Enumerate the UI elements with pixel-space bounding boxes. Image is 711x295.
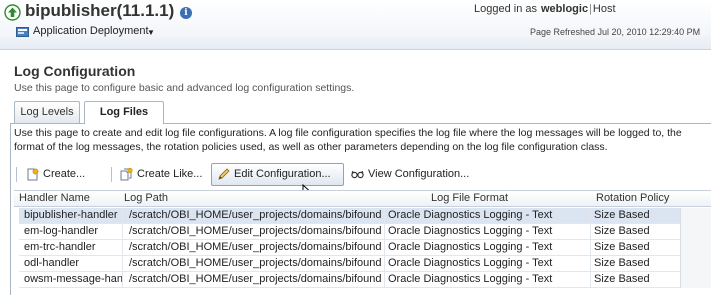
deployment-icon: [16, 27, 29, 37]
column-divider: [590, 208, 591, 288]
pencil-icon: [218, 168, 230, 180]
create-icon: [27, 168, 39, 181]
login-info: Logged in as weblogic|Host: [474, 3, 616, 15]
table-scroll-area: [680, 208, 711, 288]
logged-in-label: Logged in as: [474, 3, 537, 15]
handler-name-cell: em-trc-handler: [24, 241, 96, 253]
application-deployment-menu[interactable]: Application Deployment: [33, 25, 149, 37]
column-header-handler-name[interactable]: Handler Name: [19, 192, 90, 204]
info-icon[interactable]: i: [180, 7, 192, 19]
log-files-table: Handler Name Log Path Log File Format Ro…: [14, 190, 711, 295]
app-header: bipublisher(11.1.1) i Application Deploy…: [0, 0, 711, 50]
page-refreshed-timestamp[interactable]: Page Refreshed Jul 20, 2010 12:29:40 PM: [530, 27, 700, 37]
column-divider: [384, 208, 385, 288]
separator: |: [589, 3, 592, 15]
log-path-cell: /scratch/OBI_HOME/user_projects/domains/…: [129, 241, 381, 253]
create-label: Create...: [43, 168, 86, 180]
page-subtitle: Use this page to configure basic and adv…: [14, 82, 355, 94]
page-title: Log Configuration: [14, 63, 136, 79]
handler-name-cell: em-log-handler: [24, 225, 98, 237]
host-link[interactable]: Host: [593, 3, 616, 15]
view-configuration-button[interactable]: View Configuration...: [345, 163, 470, 186]
tab-log-levels[interactable]: Log Levels: [14, 101, 80, 123]
table-row[interactable]: em-trc-handler /scratch/OBI_HOME/user_pr…: [19, 240, 680, 256]
column-divider: [122, 208, 123, 288]
log-format-cell: Oracle Diagnostics Logging - Text: [388, 257, 553, 269]
log-format-cell: Oracle Diagnostics Logging - Text: [388, 209, 553, 221]
handler-name-cell: bipublisher-handler: [24, 209, 118, 221]
create-like-button[interactable]: Create Like...: [114, 163, 203, 186]
rotation-policy-cell: Size Based: [594, 273, 650, 285]
create-button[interactable]: Create...: [20, 163, 86, 186]
create-like-label: Create Like...: [137, 168, 203, 180]
tab-log-files[interactable]: Log Files: [84, 101, 164, 124]
column-header-log-path[interactable]: Log Path: [124, 192, 168, 204]
column-header-log-file-format[interactable]: Log File Format: [431, 192, 508, 204]
user-name[interactable]: weblogic: [541, 3, 588, 15]
log-path-cell: /scratch/OBI_HOME/user_projects/domains/…: [129, 273, 381, 285]
rotation-policy-cell: Size Based: [594, 209, 650, 221]
log-path-cell: /scratch/OBI_HOME/user_projects/domains/…: [129, 225, 381, 237]
rotation-policy-cell: Size Based: [594, 241, 650, 253]
toolbar: Create... Create Like... Edit Configurat…: [14, 160, 711, 188]
log-format-cell: Oracle Diagnostics Logging - Text: [388, 225, 553, 237]
toolbar-separator: [16, 167, 17, 182]
log-path-cell: /scratch/OBI_HOME/user_projects/domains/…: [129, 257, 381, 269]
chevron-down-icon[interactable]: ▼: [147, 28, 155, 37]
table-row[interactable]: odl-handler /scratch/OBI_HOME/user_proje…: [19, 256, 680, 272]
log-format-cell: Oracle Diagnostics Logging - Text: [388, 273, 553, 285]
page-description: Use this page to create and edit log fil…: [14, 127, 682, 153]
rotation-policy-cell: Size Based: [594, 225, 650, 237]
view-configuration-label: View Configuration...: [368, 168, 470, 180]
log-path-cell: /scratch/OBI_HOME/user_projects/domains/…: [129, 209, 381, 221]
handler-name-cell: odl-handler: [24, 257, 80, 269]
column-header-rotation-policy[interactable]: Rotation Policy: [596, 192, 669, 204]
table-header: Handler Name Log Path Log File Format Ro…: [14, 191, 711, 207]
handler-name-cell: owsm-message-handler: [24, 273, 122, 285]
log-format-cell: Oracle Diagnostics Logging - Text: [388, 241, 553, 253]
table-row[interactable]: em-log-handler /scratch/OBI_HOME/user_pr…: [19, 224, 680, 240]
up-arrow-icon[interactable]: [4, 4, 21, 21]
edit-configuration-button[interactable]: Edit Configuration...: [211, 163, 344, 186]
app-title: bipublisher(11.1.1): [25, 1, 175, 20]
table-row[interactable]: owsm-message-handler /scratch/OBI_HOME/u…: [19, 272, 680, 288]
toolbar-separator: [111, 167, 112, 182]
table-row[interactable]: bipublisher-handler /scratch/OBI_HOME/us…: [19, 208, 680, 224]
create-like-icon: [120, 168, 133, 181]
rotation-policy-cell: Size Based: [594, 257, 650, 269]
glasses-icon: [351, 170, 364, 179]
edit-configuration-label: Edit Configuration...: [234, 168, 331, 180]
